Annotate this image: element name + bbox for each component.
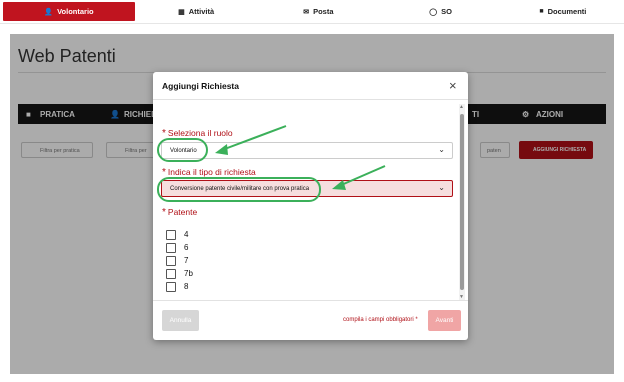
- cancel-button[interactable]: Annulla: [162, 310, 199, 331]
- checkbox-label: 8: [184, 282, 189, 291]
- tab-label: Posta: [313, 7, 334, 16]
- close-icon[interactable]: ×: [449, 78, 457, 93]
- modal-header: Aggiungi Richiesta ×: [153, 72, 468, 100]
- checkbox-label: 7b: [184, 269, 193, 278]
- tab-posta[interactable]: ✉ Posta: [257, 0, 379, 23]
- scroll-up-icon[interactable]: ▲: [459, 104, 464, 110]
- type-label-text: Indica il tipo di richiesta: [167, 167, 256, 177]
- tab-label: Volontario: [57, 7, 94, 16]
- required-note: compila i campi obbligatori *: [343, 317, 418, 323]
- checkbox-patente-4[interactable]: [166, 230, 176, 240]
- folder-icon: ■: [539, 8, 544, 15]
- clock-icon: ◯: [429, 8, 438, 16]
- tab-so[interactable]: ◯ SO: [380, 0, 502, 23]
- calendar-icon: ▦: [178, 8, 185, 16]
- checkbox-patente-8[interactable]: [166, 282, 176, 292]
- highlight-ellipse-type: [157, 177, 321, 202]
- tab-label: Documenti: [547, 7, 587, 16]
- patente-label: * Patente: [162, 207, 198, 218]
- role-label-text: Seleziona il ruolo: [167, 128, 233, 138]
- checkbox-label: 6: [184, 243, 189, 252]
- user-icon: 👤: [44, 8, 54, 16]
- modal-footer: Annulla compila i campi obbligatori * Av…: [153, 300, 468, 340]
- checkbox-patente-7b[interactable]: [166, 269, 176, 279]
- add-request-modal: Aggiungi Richiesta × * Seleziona il ruolo…: [153, 72, 468, 340]
- tab-label: SO: [441, 7, 452, 16]
- modal-scrollbar[interactable]: ▲ ▼: [459, 104, 465, 300]
- checkbox-label: 7: [184, 256, 189, 265]
- chevron-down-icon: ⌄: [438, 145, 445, 154]
- tab-label: Attività: [188, 7, 215, 16]
- chevron-down-icon: ⌄: [438, 183, 445, 192]
- modal-title: Aggiungi Richiesta: [162, 81, 239, 91]
- tab-volontario[interactable]: 👤 Volontario: [3, 2, 135, 21]
- screen: 👤 Volontario ▦ Attività ✉ Posta ◯ SO ■ D…: [0, 0, 624, 382]
- next-button[interactable]: Avanti: [428, 310, 461, 331]
- checkbox-patente-6[interactable]: [166, 243, 176, 253]
- tab-documenti[interactable]: ■ Documenti: [502, 0, 624, 23]
- top-nav: 👤 Volontario ▦ Attività ✉ Posta ◯ SO ■ D…: [0, 0, 624, 24]
- highlight-ellipse-role: [157, 138, 208, 162]
- scrollbar-thumb[interactable]: [460, 114, 464, 290]
- envelope-icon: ✉: [303, 8, 310, 16]
- patente-label-text: Patente: [167, 207, 198, 217]
- tab-attivita[interactable]: ▦ Attività: [135, 0, 257, 23]
- checkbox-label: 4: [184, 230, 189, 239]
- checkbox-patente-7[interactable]: [166, 256, 176, 266]
